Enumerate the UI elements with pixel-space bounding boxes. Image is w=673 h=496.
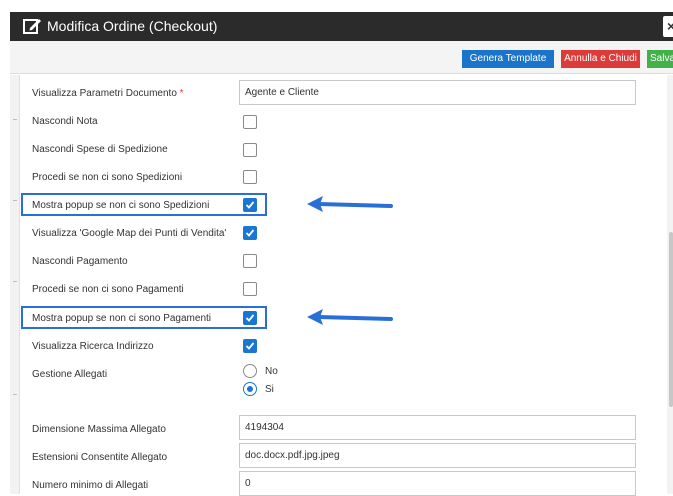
radio-label-no: No [265,366,278,377]
option-label: Nascondi Pagamento [32,256,128,267]
proceed-no-payments-checkbox[interactable] [243,282,257,296]
document-params-input[interactable] [239,80,636,105]
min-attachments-label: Numero minimo di Allegati [32,480,149,491]
attachments-no-radio[interactable] [243,364,257,378]
attachments-label: Gestione Allegati [32,369,108,380]
check-icon [245,314,255,322]
cancel-close-button[interactable]: Annulla e Chiudi [561,50,640,68]
dialog-titlebar: Modifica Ordine (Checkout) × [10,12,673,41]
arrow-left-icon [307,309,393,325]
radio-dot [247,386,253,392]
option-label: Visualizza 'Google Map dei Punti di Vend… [32,228,227,239]
dialog-title: Modifica Ordine (Checkout) [47,18,218,34]
address-search-checkbox[interactable] [243,339,257,353]
option-label: Nascondi Nota [32,116,98,127]
max-size-input[interactable] [239,415,636,440]
option-label: Nascondi Spese di Spedizione [32,144,168,155]
google-map-checkbox[interactable] [243,226,257,240]
generate-template-button[interactable]: Genera Template [462,50,554,68]
save-button[interactable]: Salva [647,50,673,68]
left-gutter [10,75,20,494]
check-icon [245,201,255,209]
min-attachments-input[interactable] [239,471,636,496]
gutter-tick [13,281,17,282]
attachments-si-radio[interactable] [243,382,257,396]
popup-no-payments-checkbox[interactable] [243,311,257,325]
hide-note-checkbox[interactable] [243,115,257,129]
edit-icon [23,19,41,34]
max-size-label: Dimensione Massima Allegato [32,424,166,435]
action-toolbar: Genera Template Annulla e Chiudi Salva [10,41,673,74]
gutter-tick [13,394,17,395]
hide-payment-checkbox[interactable] [243,254,257,268]
document-params-label: Visualizza Parametri Documento * [32,88,184,99]
option-label: Mostra popup se non ci sono Spedizioni [32,200,210,211]
check-icon [245,229,255,237]
extensions-input[interactable] [239,443,636,468]
extensions-label: Estensioni Consentite Allegato [32,452,168,463]
gutter-tick [13,119,17,120]
radio-label-si: Si [265,384,274,395]
hide-shipping-costs-checkbox[interactable] [243,143,257,157]
close-button[interactable]: × [663,16,673,37]
close-icon: × [667,18,673,34]
arrow-left-icon [307,196,393,212]
option-label: Procedi se non ci sono Pagamenti [32,284,184,295]
option-label: Procedi se non ci sono Spedizioni [32,172,183,183]
required-mark: * [179,88,184,99]
check-icon [245,342,255,350]
gutter-tick [13,200,17,201]
popup-no-shipping-checkbox[interactable] [243,198,257,212]
scrollbar-thumb[interactable] [669,232,673,407]
option-label: Visualizza Ricerca Indirizzo [32,341,154,352]
proceed-no-shipping-checkbox[interactable] [243,170,257,184]
option-label: Mostra popup se non ci sono Pagamenti [32,313,211,324]
